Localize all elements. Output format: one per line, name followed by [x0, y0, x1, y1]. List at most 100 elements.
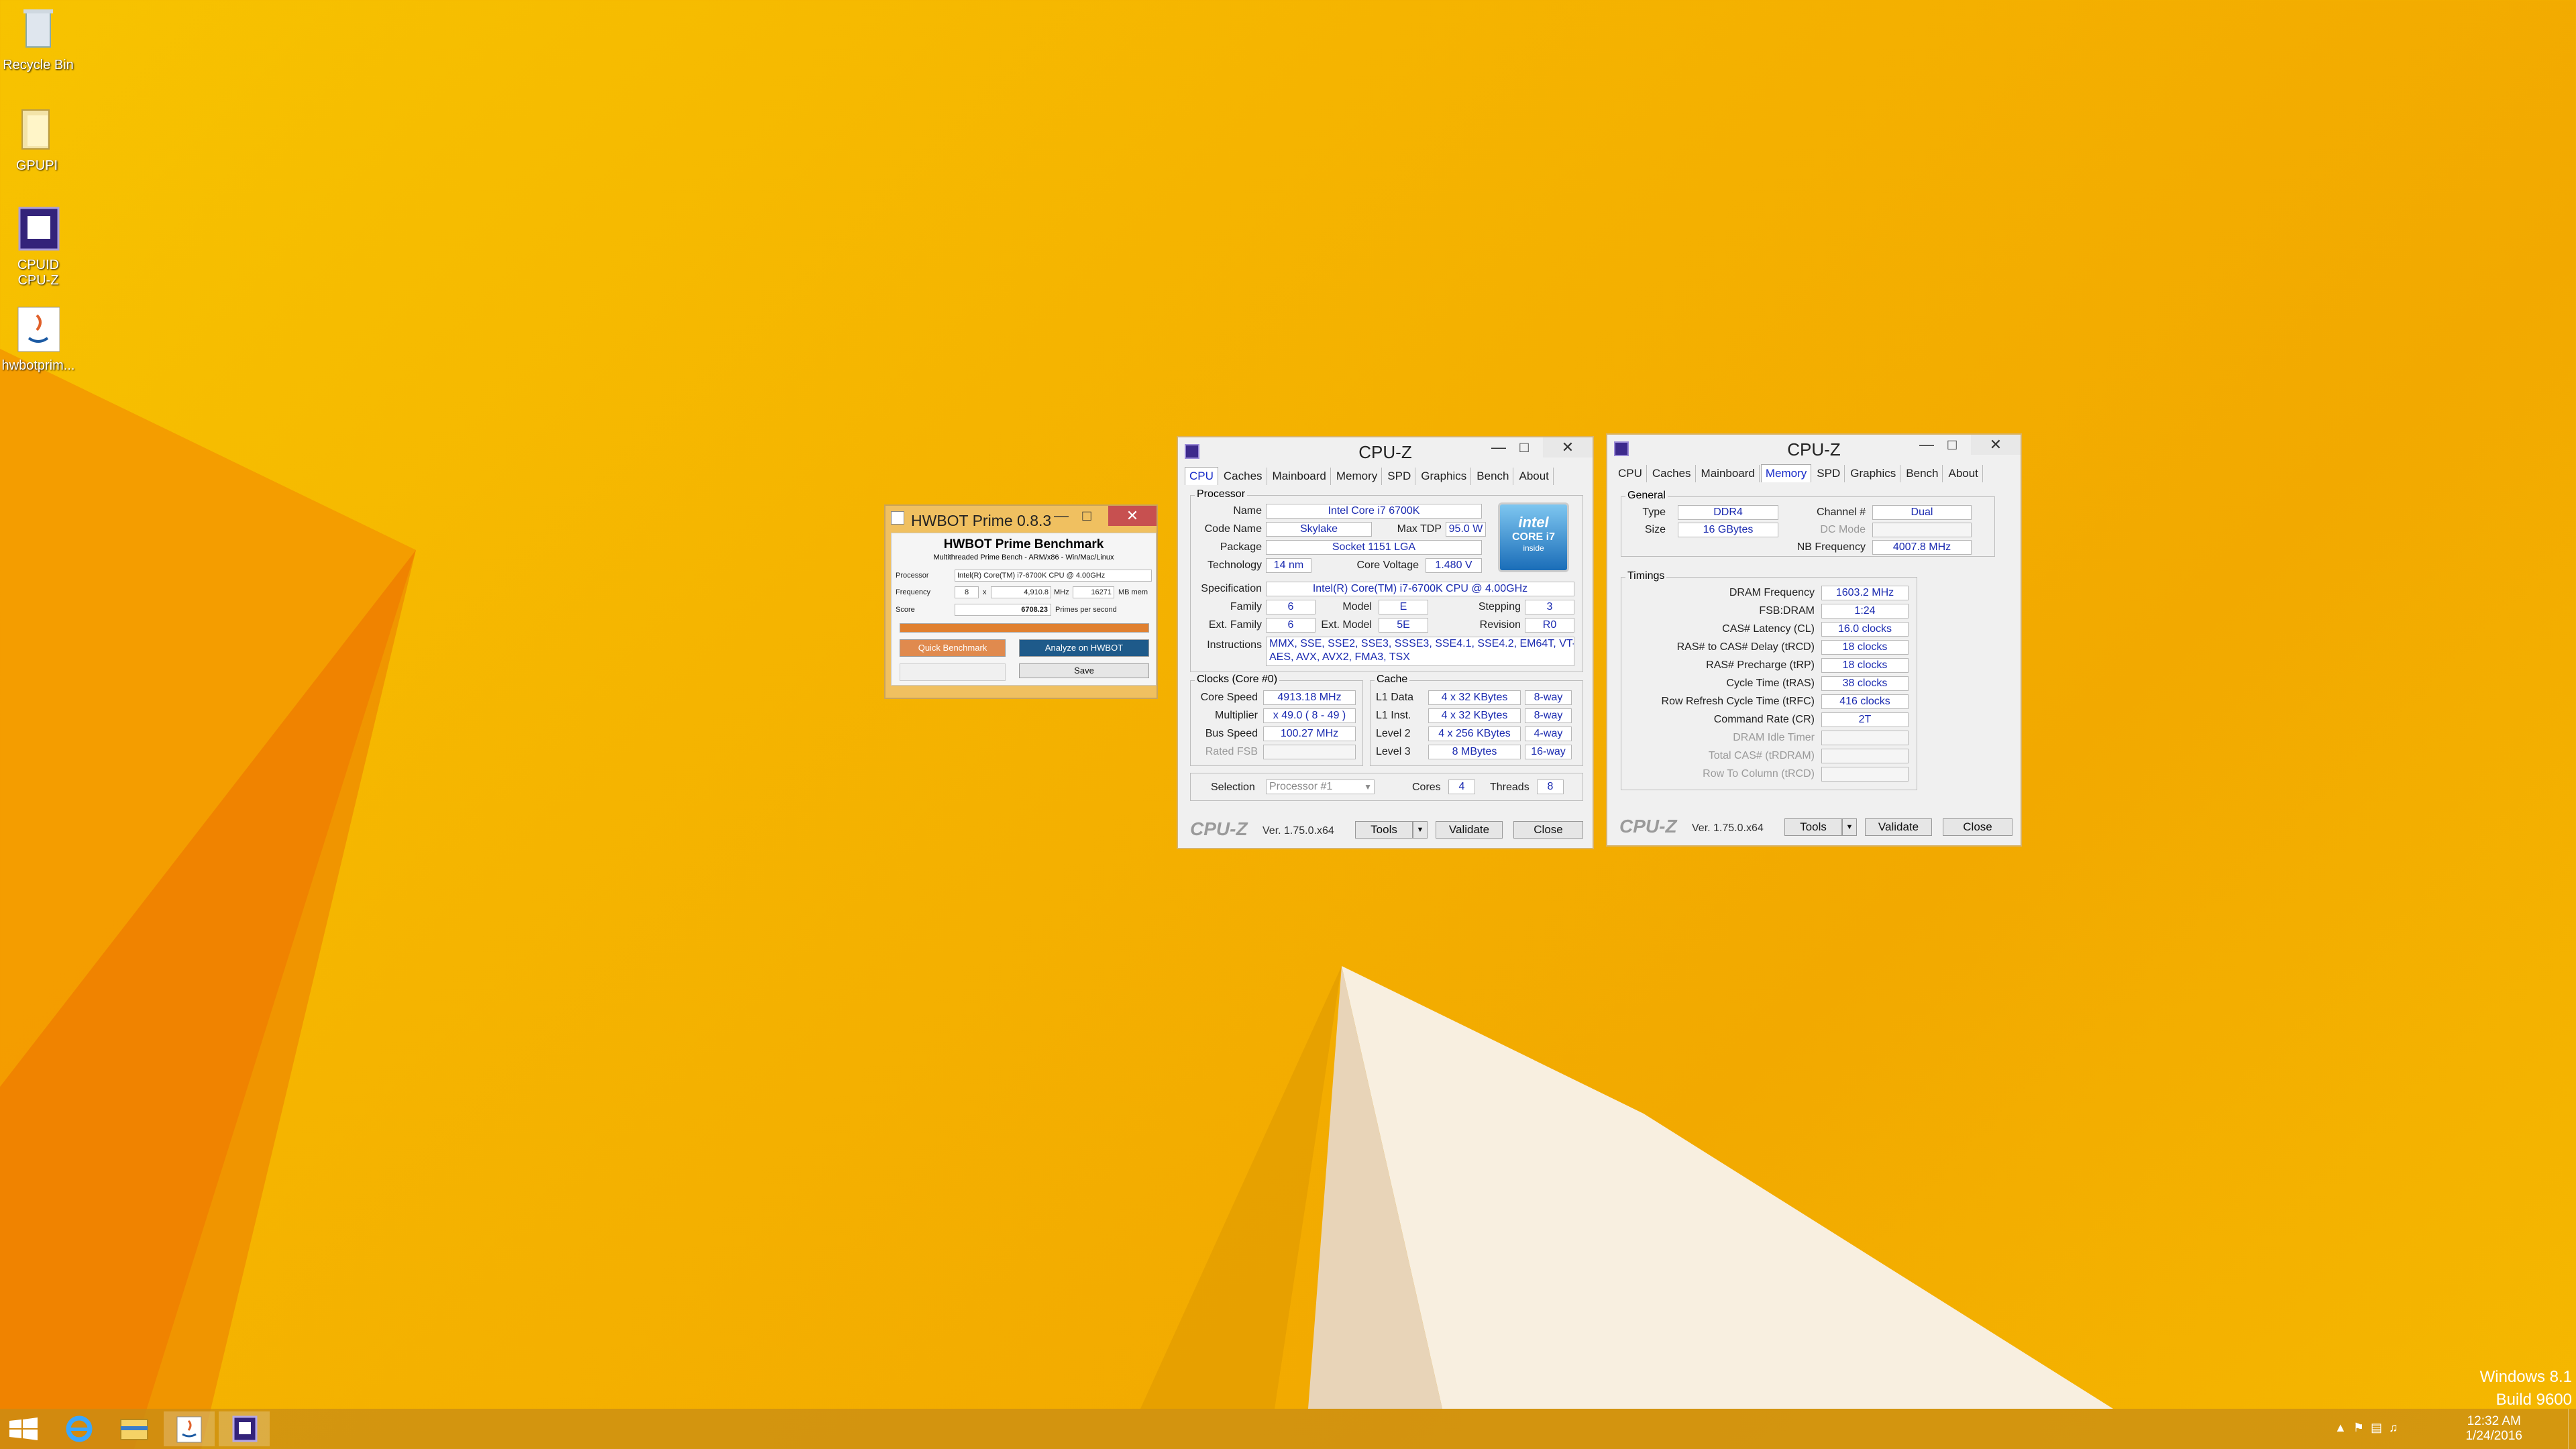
tab-mainboard[interactable]: Mainboard — [1697, 465, 1760, 482]
tab-memory[interactable]: Memory — [1332, 468, 1383, 485]
extmodel-field: 5E — [1379, 618, 1428, 633]
tab-bench[interactable]: Bench — [1902, 465, 1943, 482]
close-button[interactable]: ✕ — [1971, 435, 2021, 455]
memory-field[interactable]: 16271 — [1073, 586, 1114, 598]
maximize-button[interactable]: □ — [1071, 506, 1103, 526]
save-button[interactable]: Save — [1019, 663, 1149, 678]
maximize-button[interactable]: □ — [1936, 435, 1968, 455]
version-text: Ver. 1.75.0.x64 — [1692, 822, 1764, 834]
progress-fill — [900, 624, 1148, 632]
package-field: Socket 1151 LGA — [1266, 540, 1482, 555]
group-title: Clocks (Core #0) — [1195, 674, 1280, 686]
l2-label: Level 2 — [1376, 728, 1411, 739]
technology-label: Technology — [1208, 559, 1262, 571]
cores-field: 4 — [1448, 780, 1475, 794]
threads-field: 8 — [1537, 780, 1564, 794]
trp-label: RAS# Precharge (tRP) — [1706, 659, 1815, 671]
start-button[interactable] — [0, 1411, 51, 1446]
processor-group: Processor Name Intel Core i7 6700K Code … — [1190, 488, 1583, 672]
tab-mainboard[interactable]: Mainboard — [1269, 468, 1331, 485]
explorer-icon — [120, 1419, 148, 1440]
l1inst-way: 8-way — [1525, 708, 1572, 723]
tab-cpu[interactable]: CPU — [1185, 467, 1218, 485]
chevron-down-icon: ▼ — [1364, 782, 1372, 792]
processor-field[interactable]: Intel(R) Core(TM) i7-6700K CPU @ 4.00GHz — [955, 570, 1152, 582]
model-field: E — [1379, 600, 1428, 614]
tras-field: 38 clocks — [1821, 676, 1909, 691]
close-button[interactable]: ✕ — [1543, 437, 1593, 458]
selection-bar: Selection Processor #1 ▼ Cores 4 Threads… — [1190, 773, 1583, 801]
validate-button[interactable]: Validate — [1436, 821, 1503, 839]
l2-field: 4 x 256 KBytes — [1428, 727, 1521, 741]
ratedfsb-label: Rated FSB — [1205, 746, 1258, 757]
corespeed-field: 4913.18 MHz — [1263, 690, 1356, 705]
window-title: HWBOT Prime 0.8.3 — [911, 512, 1052, 529]
tab-bench[interactable]: Bench — [1472, 468, 1514, 485]
tools-button[interactable]: Tools — [1784, 818, 1842, 836]
chevron-up-icon[interactable]: ▲ — [2334, 1421, 2353, 1434]
tab-spd[interactable]: SPD — [1383, 468, 1416, 485]
cpuz-titlebar[interactable]: CPU-Z — □ ✕ — [1178, 437, 1593, 464]
quick-benchmark-button[interactable]: Quick Benchmark — [900, 639, 1006, 657]
desktop-icon-recycle-bin[interactable]: Recycle Bin — [1, 5, 75, 73]
close-button[interactable]: ✕ — [1108, 506, 1157, 526]
tab-spd[interactable]: SPD — [1813, 465, 1845, 482]
tab-graphics[interactable]: Graphics — [1417, 468, 1472, 485]
tab-graphics[interactable]: Graphics — [1846, 465, 1901, 482]
volume-icon[interactable]: ♫ — [2389, 1421, 2405, 1434]
tab-about[interactable]: About — [1944, 465, 1983, 482]
channel-field: Dual — [1872, 505, 1972, 520]
tab-caches[interactable]: Caches — [1220, 468, 1267, 485]
maximize-button[interactable]: □ — [1508, 437, 1540, 458]
dcmode-field — [1872, 523, 1972, 537]
processor-select-value: Processor #1 — [1269, 781, 1333, 792]
cpuz-window-cpu: CPU-Z — □ ✕ CPU Caches Mainboard Memory SPD G… — [1177, 436, 1594, 849]
cpuz-titlebar[interactable]: CPU-Z — □ ✕ — [1607, 435, 2021, 462]
desktop-icon-cpuz[interactable]: CPUID CPU-Z — [1, 205, 75, 288]
analyze-button[interactable]: Analyze on HWBOT — [1019, 639, 1149, 657]
processor-select[interactable]: Processor #1 ▼ — [1266, 780, 1375, 794]
spec-field: Intel(R) Core(TM) i7-6700K CPU @ 4.00GHz — [1266, 582, 1574, 596]
l1inst-label: L1 Inst. — [1376, 710, 1411, 721]
dramfreq-label: DRAM Frequency — [1729, 587, 1815, 598]
corevoltage-field: 1.480 V — [1426, 558, 1482, 573]
validate-button[interactable]: Validate — [1865, 818, 1932, 836]
tab-about[interactable]: About — [1515, 468, 1554, 485]
tab-bar: CPU Caches Mainboard Memory SPD Graphics Bench… — [1614, 464, 2014, 484]
network-icon[interactable]: ▤ — [2371, 1421, 2389, 1434]
frequency-field[interactable]: 4,910.8 — [991, 586, 1051, 598]
taskbar-cpuz-button[interactable] — [219, 1411, 270, 1446]
tab-caches[interactable]: Caches — [1648, 465, 1696, 482]
group-title: Cache — [1375, 674, 1410, 686]
trcd2-field — [1821, 767, 1909, 782]
taskbar-ie-button[interactable] — [54, 1411, 105, 1446]
desktop-icon-gpupi[interactable]: GPUPI — [0, 106, 74, 174]
tray-icons[interactable]: ▲⚑▤♫ — [2334, 1421, 2415, 1437]
extfamily-label: Ext. Family — [1208, 619, 1262, 631]
cpuz-icon — [232, 1415, 258, 1442]
watermark-line1: Windows 8.1 — [2479, 1368, 2572, 1386]
show-desktop-button[interactable] — [2568, 1409, 2576, 1449]
close-app-button[interactable]: Close — [1943, 818, 2012, 836]
tools-button[interactable]: Tools — [1355, 821, 1413, 839]
tab-cpu[interactable]: CPU — [1614, 465, 1647, 482]
tab-bar: CPU Caches Mainboard Memory SPD Graphics Bench… — [1185, 467, 1586, 487]
tools-dropdown-button[interactable]: ▼ — [1842, 818, 1857, 836]
desktop-icon-hwbotprime[interactable]: hwbotprim... — [1, 306, 75, 374]
tab-memory[interactable]: Memory — [1760, 464, 1812, 482]
flag-icon[interactable]: ⚑ — [2353, 1421, 2371, 1434]
cpuz-footer-logo: CPU-Z — [1190, 818, 1248, 839]
threads-field[interactable]: 8 — [955, 586, 979, 598]
l1inst-field: 4 x 32 KBytes — [1428, 708, 1521, 723]
close-app-button[interactable]: Close — [1513, 821, 1583, 839]
java-icon — [891, 511, 904, 525]
ie-icon — [66, 1415, 93, 1442]
taskbar-explorer-button[interactable] — [109, 1411, 160, 1446]
revision-field: R0 — [1525, 618, 1574, 633]
taskbar-clock[interactable]: 12:32 AM 1/24/2016 — [2465, 1414, 2522, 1444]
package-label: Package — [1220, 541, 1262, 553]
hwbot-titlebar[interactable]: HWBOT Prime 0.8.3 — □ ✕ — [885, 506, 1157, 531]
taskbar-java-button[interactable] — [164, 1411, 215, 1446]
tools-dropdown-button[interactable]: ▼ — [1413, 821, 1428, 839]
tras-label: Cycle Time (tRAS) — [1726, 678, 1815, 689]
